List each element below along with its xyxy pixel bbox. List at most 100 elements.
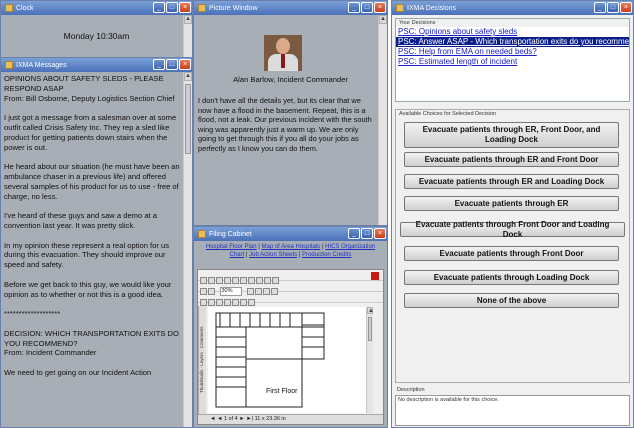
link-production-credits[interactable]: Production Credits [302, 252, 351, 258]
decision-item-incident-length[interactable]: PSC: Estimated length of incident [396, 57, 629, 67]
decisions-window: IXMA Decisions _ □ × Your Decisions PSC:… [391, 0, 634, 428]
messages-app-icon [5, 61, 13, 69]
maximize-button[interactable]: □ [166, 59, 178, 70]
choices-label: Available Choices for Selected Decision [399, 111, 497, 117]
fit-width-icon[interactable] [262, 288, 270, 296]
floor-plan-drawing: First Floor [215, 312, 325, 408]
decisions-titlebar[interactable]: IXMA Decisions _ □ × [392, 1, 633, 15]
description-box: No description is available for this cho… [395, 395, 630, 426]
choice-er-front[interactable]: Evacuate patients through ER and Front D… [404, 152, 619, 167]
link-job-action-sheets[interactable]: Job Action Sheets [249, 252, 297, 258]
close-button[interactable]: × [179, 2, 191, 13]
description-text: No description is available for this cho… [398, 397, 499, 403]
photo-caption: Alan Barlow, Incident Commander [233, 75, 348, 84]
filing-app-icon [198, 230, 206, 238]
picture-text: I don't have all the details yet, but it… [198, 96, 372, 153]
filing-body: Hospital Floor Plan | Map of Area Hospit… [194, 241, 387, 427]
decision-list: PSC: Opinions about safety sleds PSC: An… [396, 27, 629, 67]
clock-app-icon [5, 4, 13, 12]
filing-window: Filing Cabinet _ □ × Hospital Floor Plan… [193, 226, 388, 428]
floor-plan-page: First Floor ▲ [208, 307, 373, 413]
choice-front[interactable]: Evacuate patients through Front Door [404, 246, 619, 261]
scrollbar-thumb[interactable] [185, 84, 191, 154]
maximize-button[interactable]: □ [166, 2, 178, 13]
close-button[interactable]: × [374, 2, 386, 13]
filing-titlebar[interactable]: Filing Cabinet _ □ × [194, 227, 387, 241]
clock-window: Clock _ □ × Monday 10:30am ▲ [0, 0, 193, 58]
floor-label: First Floor [266, 388, 298, 395]
maximize-button[interactable]: □ [361, 228, 373, 239]
pdf-scrollbar-thumb[interactable] [368, 317, 372, 341]
pdf-viewer: 30% Thumbnails · Layers · Comments First… [197, 269, 384, 425]
picture-app-icon [198, 4, 206, 12]
picture-window: Picture Window _ □ × Alan Barlow, Incide… [193, 0, 388, 226]
rotate-icon[interactable] [270, 288, 278, 296]
page-indicator[interactable]: 1 of 4 [224, 416, 238, 422]
messages-titlebar[interactable]: IXMA Messages _ □ × [1, 58, 192, 72]
decisions-app-icon [396, 4, 404, 12]
tab-layers[interactable]: Layers [199, 353, 204, 367]
minimize-button[interactable]: _ [153, 2, 165, 13]
description-label: Description [397, 387, 425, 393]
close-button[interactable]: × [179, 59, 191, 70]
pencil-icon[interactable] [224, 299, 231, 307]
stamp-icon[interactable] [232, 299, 239, 307]
link-floor-plan[interactable]: Hospital Floor Plan [206, 244, 257, 250]
choice-loading[interactable]: Evacuate patients through Loading Dock [404, 270, 619, 285]
choice-front-loading[interactable]: Evacuate patients through Front Door and… [400, 220, 625, 239]
decisions-title: IXMA Decisions [407, 4, 457, 12]
choice-er-loading[interactable]: Evacuate patients through ER and Loading… [404, 174, 619, 189]
document-links: Hospital Floor Plan | Map of Area Hospit… [205, 244, 376, 258]
tab-thumbnails[interactable]: Thumbnails [199, 370, 204, 393]
picture-scrollbar[interactable]: ▲ [378, 15, 387, 225]
messages-body: OPINIONS ABOUT SAFETY SLEDS - PLEASE RES… [1, 72, 192, 427]
choice-er-front-loading[interactable]: Evacuate patients through ER, Front Door… [404, 122, 619, 148]
comment-icon[interactable] [208, 299, 215, 307]
shape-icon[interactable] [240, 299, 247, 307]
link-area-hospitals[interactable]: Map of Area Hospitals [261, 244, 320, 250]
your-decisions-group: Your Decisions PSC: Opinions about safet… [395, 18, 630, 102]
scroll-up-arrow-icon[interactable]: ▲ [184, 72, 192, 81]
picture-body: Alan Barlow, Incident Commander I don't … [194, 15, 387, 225]
your-decisions-label: Your Decisions [396, 19, 629, 27]
minimize-button[interactable]: _ [348, 228, 360, 239]
messages-window: IXMA Messages _ □ × OPINIONS ABOUT SAFET… [0, 57, 193, 428]
highlight-icon[interactable] [216, 299, 223, 307]
clock-titlebar[interactable]: Clock _ □ × [1, 1, 192, 15]
minimize-button[interactable]: _ [348, 2, 360, 13]
page-size: 11 x 23.36 in [254, 416, 286, 422]
description-group: Description No description is available … [395, 387, 630, 426]
clock-body: Monday 10:30am ▲ [1, 15, 192, 57]
pdf-toolbar-row-3 [198, 292, 383, 307]
attach-icon[interactable] [248, 299, 255, 307]
pdf-scrollbar[interactable]: ▲ [366, 307, 373, 413]
messages-title: IXMA Messages [16, 61, 67, 69]
close-button[interactable]: × [374, 228, 386, 239]
tab-comments[interactable]: Comments [199, 327, 204, 349]
maximize-button[interactable]: □ [607, 2, 619, 13]
choice-none[interactable]: None of the above [404, 293, 619, 308]
scroll-up-arrow-icon[interactable]: ▲ [367, 307, 373, 314]
pdf-toolbar-row-2: 30% [198, 281, 383, 297]
picture-title: Picture Window [209, 4, 258, 12]
pdf-statusbar: ◄ ◄ 1 of 4 ► ►| 11 x 23.36 in [198, 414, 383, 424]
decision-item-safety-sleds[interactable]: PSC: Opinions about safety sleds [396, 27, 629, 37]
choices-group: Available Choices for Selected Decision … [395, 109, 630, 383]
minimize-button[interactable]: _ [153, 59, 165, 70]
filing-title: Filing Cabinet [209, 230, 252, 238]
decision-item-transportation-exits[interactable]: PSC: Answer ASAP - Which transportation … [396, 37, 629, 47]
minimize-button[interactable]: _ [594, 2, 606, 13]
clock-scrollbar[interactable]: ▲ [183, 15, 192, 57]
pdf-side-tabs: Thumbnails · Layers · Comments [198, 306, 206, 414]
decision-item-ema-beds[interactable]: PSC: Help from EMA on needed beds? [396, 47, 629, 57]
picture-titlebar[interactable]: Picture Window _ □ × [194, 1, 387, 15]
clock-title: Clock [16, 4, 34, 12]
clock-time: Monday 10:30am [63, 31, 130, 41]
acrobat-icon [371, 272, 379, 280]
messages-scrollbar[interactable]: ▲ [183, 72, 192, 427]
commander-photo [264, 35, 302, 71]
pdf-toolbar-row-1 [198, 270, 383, 285]
choice-er[interactable]: Evacuate patients through ER [404, 196, 619, 211]
close-button[interactable]: × [620, 2, 632, 13]
maximize-button[interactable]: □ [361, 2, 373, 13]
